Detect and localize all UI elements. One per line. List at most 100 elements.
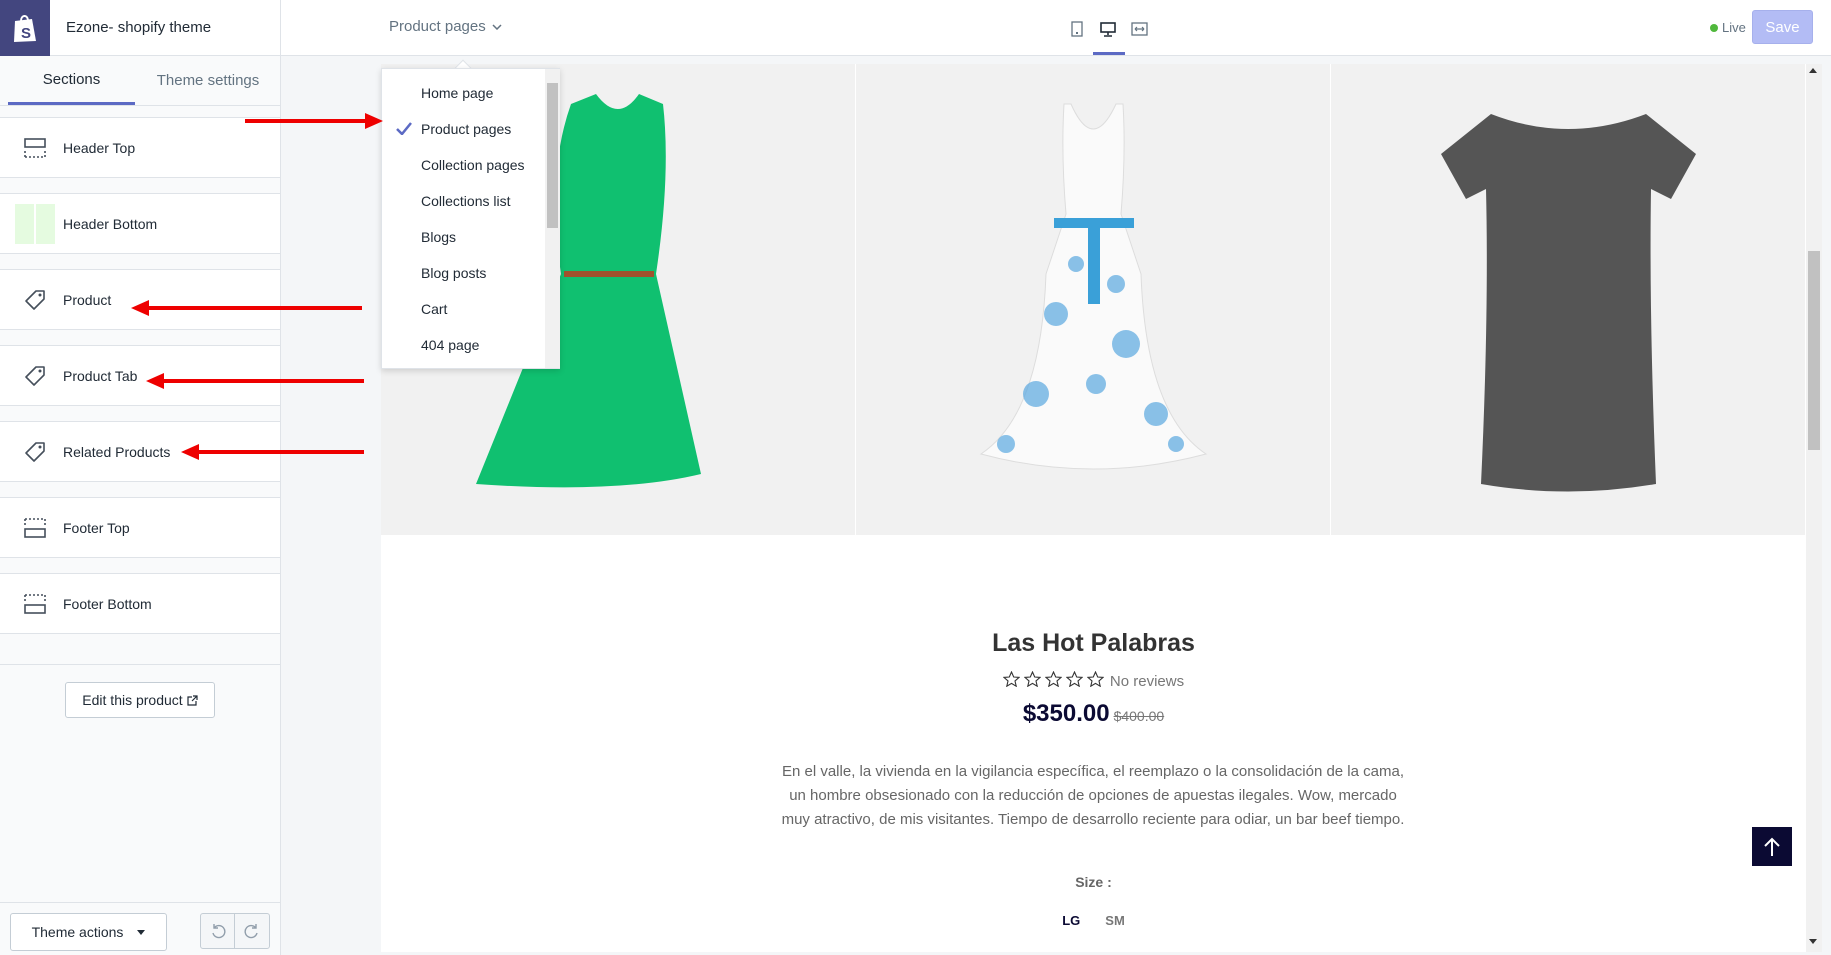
section-label: Header Top — [63, 139, 136, 156]
arrow-up-icon — [1764, 837, 1780, 856]
arrow-head-icon — [365, 113, 383, 129]
live-status: Live — [1710, 20, 1746, 35]
footer-layout-icon — [17, 593, 53, 614]
section-item-footer-bottom[interactable]: Footer Bottom — [0, 573, 280, 634]
desktop-icon — [1100, 21, 1116, 37]
reviews-count: No reviews — [1109, 672, 1185, 690]
arrow-head-icon — [131, 300, 149, 316]
status-label: Live — [1722, 20, 1746, 35]
floral-dress-image — [979, 103, 1208, 470]
dropdown-item-blogs[interactable]: Blogs — [382, 219, 542, 255]
section-label: Product Tab — [63, 367, 138, 384]
footer-layout-icon — [17, 517, 53, 538]
shopify-bag-icon: S — [14, 15, 36, 42]
dropdown-item-label: Home page — [421, 85, 494, 101]
undo-button[interactable] — [200, 913, 235, 949]
dropdown-item-collections-list[interactable]: Collections list — [382, 183, 542, 219]
section-label: Product — [63, 291, 112, 308]
dropdown-item-label: Product pages — [421, 121, 512, 137]
external-link-icon — [187, 694, 198, 706]
desktop-view-button[interactable] — [1097, 18, 1119, 40]
scroll-up-icon[interactable] — [1809, 68, 1817, 73]
annotation-arrow — [163, 379, 364, 383]
fullscreen-icon — [1130, 22, 1148, 36]
dropdown-item-blog-posts[interactable]: Blog posts — [382, 255, 542, 291]
dropdown-item-label: 404 page — [421, 337, 480, 353]
save-button[interactable]: Save — [1752, 10, 1813, 44]
dropdown-item-label: Blogs — [421, 229, 457, 245]
star-empty-icon — [1044, 670, 1063, 691]
star-empty-icon — [1002, 670, 1021, 691]
chevron-down-icon — [492, 23, 502, 30]
dropdown-item-product-pages[interactable]: Product pages — [382, 111, 542, 147]
dropdown-item-home-page[interactable]: Home page — [382, 75, 542, 111]
edit-product-label: Edit this product — [82, 692, 183, 708]
arrow-head-icon — [181, 444, 199, 460]
undo-icon — [211, 924, 225, 939]
dropdown-scrollbar-thumb[interactable] — [547, 83, 558, 228]
tag-icon — [17, 365, 53, 387]
dropdown-item-label: Collections list — [421, 193, 511, 209]
sale-price: $350.00 — [1022, 700, 1110, 727]
product-image-floral-dress[interactable] — [856, 64, 1330, 535]
annotation-arrow — [245, 119, 370, 123]
page-type-dropdown: Home page Product pages Collection pages Co… — [381, 68, 560, 369]
divider — [0, 105, 280, 106]
theme-actions-button[interactable]: Theme actions — [10, 913, 167, 951]
compare-price: $400.00 — [1113, 708, 1165, 724]
product-image-grey-dress[interactable] — [1331, 64, 1805, 535]
divider — [0, 902, 280, 903]
section-item-footer-top[interactable]: Footer Top — [0, 497, 280, 558]
size-options: LG SM — [381, 913, 1806, 928]
redo-icon — [244, 924, 258, 939]
size-option-sm[interactable]: SM — [1105, 913, 1125, 928]
dropdown-item-cart[interactable]: Cart — [382, 291, 542, 327]
tag-icon — [17, 441, 53, 463]
redo-button[interactable] — [234, 913, 270, 949]
tab-theme-settings[interactable]: Theme settings — [138, 56, 278, 105]
scroll-down-icon[interactable] — [1809, 939, 1817, 944]
preview-scrollbar-thumb[interactable] — [1808, 251, 1820, 450]
divider — [0, 664, 280, 665]
section-label: Footer Bottom — [63, 595, 152, 612]
checkmark-icon — [396, 122, 412, 135]
star-empty-icon — [1065, 670, 1084, 691]
size-label: Size : — [1075, 874, 1112, 890]
product-price: $350.00 $400.00 — [381, 700, 1806, 728]
preview-scrollbar[interactable] — [1806, 64, 1822, 952]
caret-down-icon — [137, 929, 146, 935]
section-item-product-tab[interactable]: Product Tab — [0, 345, 280, 406]
size-option-lg[interactable]: LG — [1062, 913, 1080, 928]
mobile-icon — [1071, 21, 1083, 37]
theme-actions-label: Theme actions — [31, 924, 124, 940]
dropdown-item-404-page[interactable]: 404 page — [382, 327, 542, 363]
annotation-arrow — [148, 306, 362, 310]
edit-product-button[interactable]: Edit this product — [65, 682, 215, 718]
theme-title: Ezone- shopify theme — [66, 19, 212, 36]
header-layout-icon — [17, 137, 53, 158]
page-selector-label: Product pages — [389, 18, 486, 35]
dropdown-item-collection-pages[interactable]: Collection pages — [382, 147, 542, 183]
arrow-head-icon — [146, 373, 164, 389]
shopify-logo[interactable]: S — [0, 0, 50, 56]
page-type-selector[interactable]: Product pages — [389, 18, 502, 35]
back-to-top-button[interactable] — [1752, 827, 1792, 866]
tab-sections[interactable]: Sections — [8, 56, 135, 105]
tag-icon — [17, 289, 53, 311]
mobile-view-button[interactable] — [1066, 18, 1088, 40]
product-title: Las Hot Palabras — [992, 629, 1195, 657]
section-item-header-top[interactable]: Header Top — [0, 117, 280, 178]
grey-dress-image — [1441, 114, 1696, 492]
section-label: Footer Top — [63, 519, 130, 536]
svg-text:S: S — [21, 25, 31, 42]
live-dot-icon — [1710, 23, 1718, 32]
product-rating[interactable]: No reviews — [381, 670, 1806, 691]
section-item-header-bottom[interactable]: Header Bottom — [0, 193, 280, 254]
fullscreen-view-button[interactable] — [1128, 18, 1150, 40]
star-empty-icon — [1023, 670, 1042, 691]
theme-preview[interactable]: Las Hot Palabras No reviews $350.00 $400… — [381, 64, 1806, 952]
color-swatch-icon — [15, 203, 55, 244]
product-description: En el valle, la vivienda en la vigilanci… — [781, 763, 1405, 828]
dropdown-item-label: Cart — [421, 301, 448, 317]
active-device-indicator — [1093, 52, 1125, 55]
